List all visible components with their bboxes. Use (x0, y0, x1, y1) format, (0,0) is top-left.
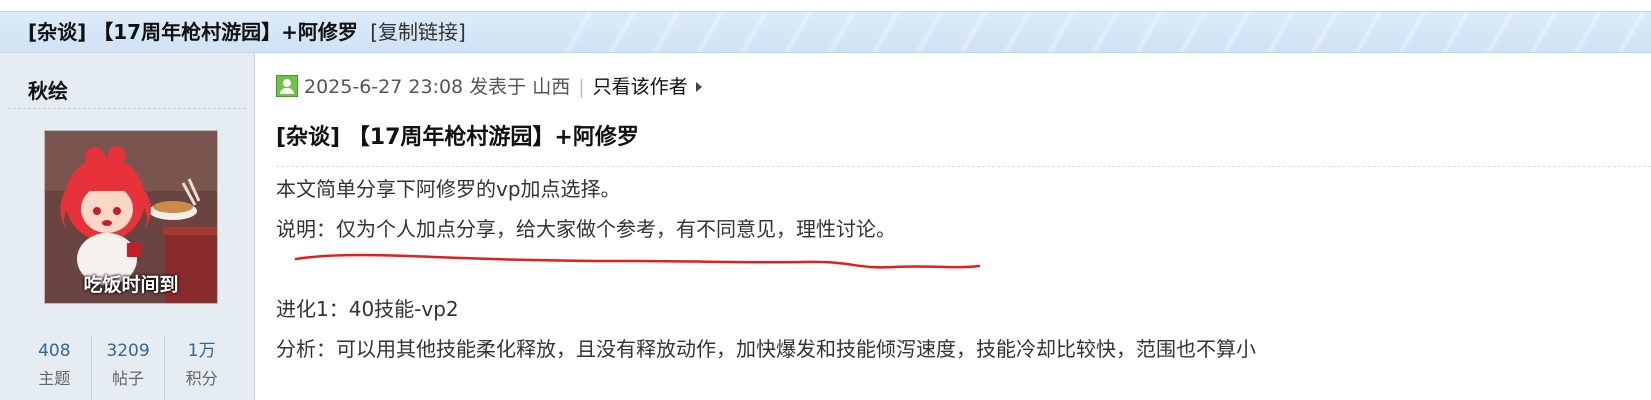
online-user-icon (276, 75, 298, 97)
body-line: 分析：可以用其他技能柔化释放，且没有释放动作，加快爆发和技能倾泻速度，技能冷却比… (276, 337, 1256, 361)
stat-threads-label: 主题 (38, 369, 71, 388)
post-timestamp: 2025-6-27 23:08 (304, 76, 464, 98)
stat-posts-label: 帖子 (112, 369, 145, 388)
author-stats: 408 主题 3209 帖子 1万 积分 (18, 335, 238, 400)
copy-link-button[interactable]: [复制链接] (370, 20, 466, 44)
only-author-link[interactable]: 只看该作者 (593, 76, 688, 98)
meta-separator: | (578, 76, 585, 98)
body-line: 进化1：40技能-vp2 (276, 297, 459, 321)
post-location: 发表于 山西 (469, 76, 571, 98)
post-title: [杂谈] 【17周年枪村游园】+阿修罗 (276, 125, 639, 150)
avatar-caption: 吃饭时间到 (83, 274, 179, 296)
stat-points-value: 1万 (187, 341, 216, 361)
triangle-right-icon[interactable] (695, 82, 702, 92)
header-decoration (551, 12, 1651, 52)
stat-threads-value: 408 (38, 341, 71, 361)
author-name-link[interactable]: 秋绘 (28, 75, 68, 104)
stat-points[interactable]: 1万 积分 (165, 335, 238, 400)
stat-posts-value: 3209 (106, 341, 150, 361)
sidebar-divider (8, 108, 246, 109)
post-content: 2025-6-27 23:08 发表于 山西 | 只看该作者 [杂谈] 【17周年枪… (276, 53, 1651, 400)
thread-header: [杂谈] 【17周年枪村游园】+阿修罗 [复制链接] (0, 11, 1651, 53)
stat-points-label: 积分 (185, 369, 218, 388)
author-sidebar: 秋绘 吃饭时间到 408 主题 3209 帖子 1万 积分 (0, 53, 255, 400)
stat-threads[interactable]: 408 主题 (18, 335, 92, 400)
body-line: 说明：仅为个人加点分享，给大家做个参考，有不同意见，理性讨论。 (276, 217, 896, 241)
avatar[interactable]: 吃饭时间到 (44, 130, 218, 304)
red-annotation-underline (294, 253, 981, 269)
post-title-divider (276, 166, 1651, 167)
thread-title: [杂谈] 【17周年枪村游园】+阿修罗 (28, 20, 358, 44)
stat-posts[interactable]: 3209 帖子 (92, 335, 166, 400)
post-meta: 2025-6-27 23:08 发表于 山西 | 只看该作者 (276, 74, 702, 100)
body-line: 本文简单分享下阿修罗的vp加点选择。 (276, 177, 621, 201)
page: [杂谈] 【17周年枪村游园】+阿修罗 [复制链接] 秋绘 吃饭时间到 408 … (0, 0, 1651, 400)
